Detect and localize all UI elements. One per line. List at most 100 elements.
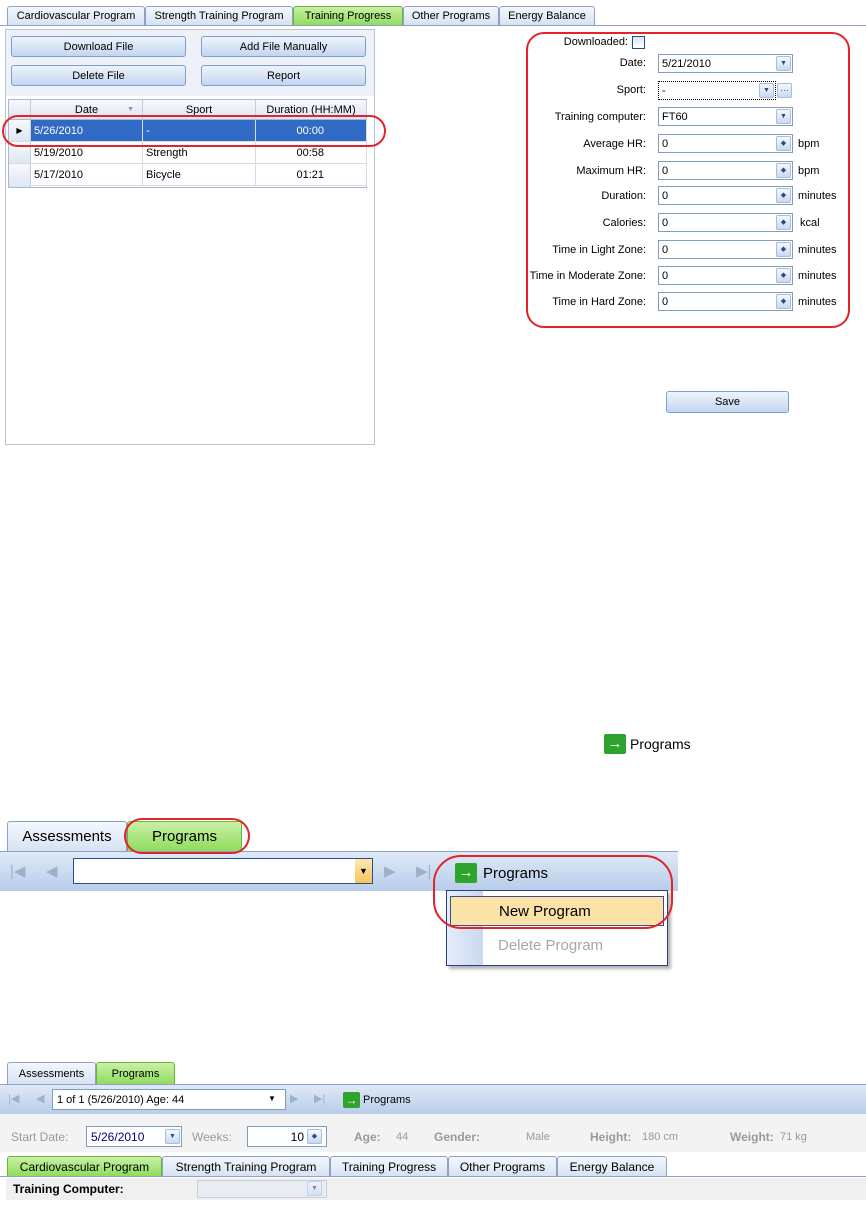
sport-ellipsis-button[interactable]: ··· bbox=[777, 83, 792, 98]
record-selector-input[interactable]: 1 of 1 (5/26/2010) Age: 44 bbox=[52, 1089, 286, 1110]
light-zone-spinner[interactable]: ◆ bbox=[776, 242, 791, 257]
tab-strip-underline bbox=[0, 25, 866, 26]
table-cell-date[interactable]: 5/17/2010 bbox=[31, 164, 143, 186]
sport-dropdown-button[interactable]: ▼ bbox=[759, 83, 774, 98]
spinner-icon: ◆ bbox=[780, 246, 787, 253]
last-record-icon[interactable]: ▶| bbox=[314, 1092, 325, 1105]
grid-header-date-label: Date bbox=[74, 103, 99, 116]
table-cell-sport[interactable]: - bbox=[143, 120, 256, 142]
spinner-icon: ◆ bbox=[780, 167, 787, 174]
training-computer-label: Training computer: bbox=[554, 111, 646, 123]
average-hr-spinner[interactable]: ◆ bbox=[776, 136, 791, 151]
top-tab-strip: Cardiovascular Program Strength Training… bbox=[7, 6, 607, 25]
last-record-icon[interactable]: ▶| bbox=[416, 862, 431, 880]
program-tab-strip: Cardiovascular Program Strength Training… bbox=[7, 1156, 667, 1176]
chevron-down-icon: ▼ bbox=[311, 1185, 318, 1192]
chevron-down-icon: ▼ bbox=[780, 113, 787, 120]
tab-assessments[interactable]: Assessments bbox=[7, 821, 127, 851]
save-button[interactable]: Save bbox=[666, 391, 789, 413]
row-indicator[interactable]: ▶ bbox=[9, 120, 31, 142]
duration-field[interactable]: 0 bbox=[658, 186, 793, 205]
downloaded-checkbox[interactable] bbox=[632, 36, 645, 49]
training-computer-field[interactable]: FT60 bbox=[658, 107, 793, 126]
tab-programs[interactable]: Programs bbox=[96, 1062, 175, 1084]
calories-spinner[interactable]: ◆ bbox=[776, 215, 791, 230]
hard-zone-field[interactable]: 0 bbox=[658, 292, 793, 311]
training-computer-dropdown-button[interactable]: ▼ bbox=[776, 109, 791, 124]
tab-cardiovascular-program[interactable]: Cardiovascular Program bbox=[7, 1156, 162, 1176]
grid-header-date[interactable]: Date ▼ bbox=[31, 100, 143, 120]
table-cell-date[interactable]: 5/26/2010 bbox=[31, 120, 143, 142]
tab-training-progress[interactable]: Training Progress bbox=[330, 1156, 448, 1176]
start-date-dropdown-button[interactable]: ▼ bbox=[165, 1129, 180, 1144]
delete-file-button[interactable]: Delete File bbox=[11, 65, 186, 86]
programs-dropdown-button[interactable]: → Programs bbox=[343, 1091, 411, 1109]
maximum-hr-spinner[interactable]: ◆ bbox=[776, 163, 791, 178]
table-cell-date[interactable]: 5/19/2010 bbox=[31, 142, 143, 164]
next-record-icon[interactable]: ▶ bbox=[384, 862, 396, 880]
report-button[interactable]: Report bbox=[201, 65, 366, 86]
menu-item-delete-program[interactable]: Delete Program bbox=[450, 930, 664, 960]
light-zone-field[interactable]: 0 bbox=[658, 240, 793, 259]
weeks-value: 10 bbox=[290, 1129, 304, 1144]
grid-row-indicator-header bbox=[9, 100, 31, 120]
date-field[interactable]: 5/21/2010 bbox=[658, 54, 793, 73]
date-label: Date: bbox=[619, 57, 646, 69]
spinner-icon: ◆ bbox=[311, 1133, 318, 1140]
age-label: Age: bbox=[354, 1130, 381, 1144]
moderate-zone-spinner[interactable]: ◆ bbox=[776, 268, 791, 283]
record-selector-dropdown-button[interactable]: ▼ bbox=[355, 859, 372, 883]
row-indicator[interactable] bbox=[9, 164, 31, 187]
chevron-down-icon: ▼ bbox=[169, 1133, 176, 1140]
table-cell-sport[interactable]: Bicycle bbox=[143, 164, 256, 186]
tab-energy-balance[interactable]: Energy Balance bbox=[557, 1156, 667, 1176]
moderate-zone-field[interactable]: 0 bbox=[658, 266, 793, 285]
tab-programs[interactable]: Programs bbox=[127, 821, 242, 851]
weeks-spinner[interactable]: ◆ bbox=[307, 1129, 322, 1144]
calories-unit: kcal bbox=[800, 217, 820, 229]
moderate-zone-unit: minutes bbox=[798, 270, 837, 282]
record-selector-input[interactable] bbox=[73, 858, 373, 884]
grid-header-sport[interactable]: Sport bbox=[143, 100, 256, 120]
programs-dropdown-button[interactable]: → Programs bbox=[455, 862, 548, 884]
maximum-hr-unit: bpm bbox=[798, 165, 820, 177]
grid-header-duration[interactable]: Duration (HH:MM) bbox=[256, 100, 367, 120]
training-progress-section: Cardiovascular Program Strength Training… bbox=[0, 0, 866, 445]
green-arrow-icon: → bbox=[604, 734, 626, 754]
previous-record-icon[interactable]: ◀ bbox=[46, 862, 58, 880]
downloaded-label: Downloaded: bbox=[563, 36, 628, 48]
add-file-manually-button[interactable]: Add File Manually bbox=[201, 36, 366, 57]
first-record-icon[interactable]: |◀ bbox=[8, 1092, 19, 1105]
duration-label: Duration: bbox=[601, 190, 646, 202]
next-record-icon[interactable]: ▶ bbox=[290, 1092, 298, 1105]
tab-cardiovascular-program[interactable]: Cardiovascular Program bbox=[7, 6, 145, 25]
tab-other-programs[interactable]: Other Programs bbox=[403, 6, 499, 25]
duration-spinner[interactable]: ◆ bbox=[776, 188, 791, 203]
tab-other-programs[interactable]: Other Programs bbox=[448, 1156, 557, 1176]
download-file-button[interactable]: Download File bbox=[11, 36, 186, 57]
tab-strength-training-program[interactable]: Strength Training Program bbox=[162, 1156, 330, 1176]
maximum-hr-field[interactable]: 0 bbox=[658, 161, 793, 180]
hard-zone-spinner[interactable]: ◆ bbox=[776, 294, 791, 309]
tab-training-progress[interactable]: Training Progress bbox=[293, 6, 403, 25]
sort-down-icon: ▼ bbox=[127, 106, 134, 113]
current-row-arrow-icon: ▶ bbox=[16, 126, 23, 135]
previous-record-icon[interactable]: ◀ bbox=[36, 1092, 44, 1105]
average-hr-field[interactable]: 0 bbox=[658, 134, 793, 153]
row-indicator[interactable] bbox=[9, 142, 31, 164]
tab-energy-balance[interactable]: Energy Balance bbox=[499, 6, 595, 25]
table-cell-sport[interactable]: Strength bbox=[143, 142, 256, 164]
tab-assessments[interactable]: Assessments bbox=[7, 1062, 96, 1084]
tab-strength-training-program[interactable]: Strength Training Program bbox=[145, 6, 293, 25]
calories-field[interactable]: 0 bbox=[658, 213, 793, 232]
chevron-down-icon[interactable]: ▼ bbox=[268, 1094, 276, 1103]
first-record-icon[interactable]: |◀ bbox=[10, 862, 25, 880]
date-dropdown-button[interactable]: ▼ bbox=[776, 56, 791, 71]
programs-badge-label: Programs bbox=[630, 736, 691, 752]
table-cell-duration[interactable]: 00:00 bbox=[256, 120, 367, 142]
table-cell-duration[interactable]: 01:21 bbox=[256, 164, 367, 186]
training-computer-dropdown-button[interactable]: ▼ bbox=[307, 1181, 322, 1196]
table-cell-duration[interactable]: 00:58 bbox=[256, 142, 367, 164]
menu-item-new-program[interactable]: New Program bbox=[450, 896, 664, 926]
spinner-icon: ◆ bbox=[780, 272, 787, 279]
